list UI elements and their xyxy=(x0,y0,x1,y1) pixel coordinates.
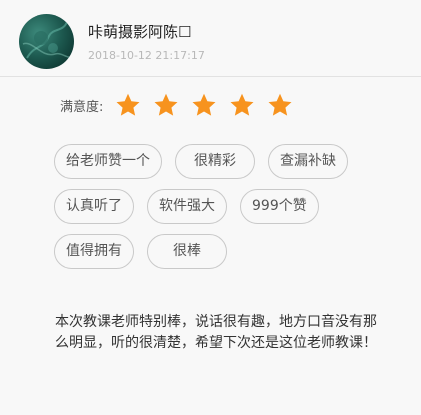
review-card: 咔萌摄影阿陈☐ 2018-10-12 21:17:17 满意度: 给老师赞一个 … xyxy=(0,0,421,415)
star-icon[interactable] xyxy=(153,92,179,118)
tag-chip[interactable]: 999个赞 xyxy=(240,189,319,224)
tag-row: 值得拥有 很棒 xyxy=(54,234,384,269)
star-icon[interactable] xyxy=(229,92,255,118)
star-icon[interactable] xyxy=(115,92,141,118)
username[interactable]: 咔萌摄影阿陈☐ xyxy=(88,21,191,42)
tag-chip[interactable]: 值得拥有 xyxy=(54,234,134,269)
review-tags: 给老师赞一个 很精彩 查漏补缺 认真听了 软件强大 999个赞 值得拥有 很棒 xyxy=(54,144,384,279)
star-icon[interactable] xyxy=(267,92,293,118)
tag-row: 认真听了 软件强大 999个赞 xyxy=(54,189,384,224)
avatar-image-icon xyxy=(22,21,74,59)
tag-chip[interactable]: 很精彩 xyxy=(175,144,255,179)
review-header: 咔萌摄影阿陈☐ 2018-10-12 21:17:17 xyxy=(0,0,421,77)
tag-chip[interactable]: 软件强大 xyxy=(147,189,227,224)
review-timestamp: 2018-10-12 21:17:17 xyxy=(88,49,205,62)
avatar[interactable] xyxy=(19,14,74,69)
star-icon[interactable] xyxy=(191,92,217,118)
rating-label: 满意度: xyxy=(60,99,104,115)
tag-row: 给老师赞一个 很精彩 查漏补缺 xyxy=(54,144,384,179)
tag-chip[interactable]: 查漏补缺 xyxy=(268,144,348,179)
tag-chip[interactable]: 认真听了 xyxy=(54,189,134,224)
satisfaction-rating: 满意度: xyxy=(60,92,293,118)
review-comment: 本次教课老师特别棒，说话很有趣，地方口音没有那么明显，听的很清楚，希望下次还是这… xyxy=(55,314,377,351)
tag-chip[interactable]: 给老师赞一个 xyxy=(54,144,162,179)
tag-chip[interactable]: 很棒 xyxy=(147,234,227,269)
star-rating xyxy=(115,92,293,118)
